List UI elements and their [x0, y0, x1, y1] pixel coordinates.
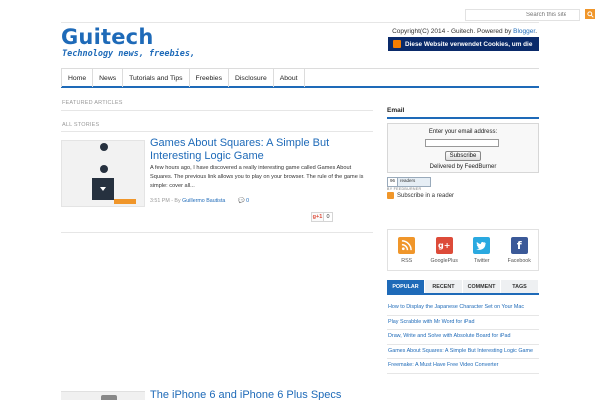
social-googleplus[interactable]: g+ GooglePlus: [427, 237, 461, 270]
social-label: GooglePlus: [430, 258, 458, 264]
all-stories-divider: [61, 131, 373, 132]
search-icon: [586, 10, 594, 18]
rss-icon: [387, 192, 394, 199]
feedburner-byline: BY FEEDBURNER: [387, 187, 422, 191]
list-item[interactable]: How to Display the Japanese Character Se…: [387, 301, 539, 316]
main-nav: Home News Tutorials and Tips Freebies Di…: [61, 68, 539, 88]
social-label: RSS: [401, 258, 413, 264]
list-item[interactable]: Play Scrabble with Mr Word for iPad: [387, 316, 539, 331]
list-item[interactable]: Draw, Write and Solve with Absolute Boar…: [387, 330, 539, 345]
email-label: Enter your email address:: [428, 129, 498, 135]
post-time: 3:51 PM - By: [150, 198, 183, 204]
popular-posts-list: How to Display the Japanese Character Se…: [387, 301, 539, 374]
header-divider: [61, 22, 539, 23]
reader-count: 96: [388, 178, 399, 186]
post-author-link[interactable]: Guillermo Bautista: [182, 198, 225, 204]
subscribe-reader-label: Subscribe in a reader: [397, 192, 455, 199]
featured-divider: [61, 110, 373, 111]
nav-item-freebies[interactable]: Freebies: [190, 69, 229, 87]
post-thumbnail[interactable]: [61, 140, 145, 207]
comment-count-link[interactable]: 💬 0: [238, 198, 249, 204]
social-facebook[interactable]: f Facebook: [502, 237, 536, 270]
social-links: RSS g+ GooglePlus Twitter f Facebook: [387, 229, 539, 271]
site-tagline: Technology news, freebies,: [62, 49, 196, 59]
social-twitter[interactable]: Twitter: [465, 237, 499, 270]
nav-item-tutorials[interactable]: Tutorials and Tips: [123, 69, 190, 87]
blogger-link[interactable]: Blogger: [513, 28, 535, 35]
cookie-notice-bar[interactable]: Diese Website verwendet Cookies, um die: [388, 37, 539, 51]
feedburner-counter[interactable]: 96 readers: [387, 177, 431, 187]
twitter-icon: [473, 237, 491, 254]
social-label: Twitter: [473, 258, 490, 264]
email-field[interactable]: [425, 139, 499, 147]
comment-count: 0: [246, 198, 250, 204]
post-excerpt: A few hours ago, I have discovered a rea…: [150, 165, 364, 189]
tab-popular[interactable]: POPULAR: [387, 280, 425, 293]
search-button[interactable]: [585, 9, 595, 19]
facebook-icon: f: [510, 237, 528, 254]
google-plus-icon: g+: [435, 237, 453, 254]
subscribe-button[interactable]: Subscribe: [445, 151, 481, 161]
email-subscribe-form: Enter your email address: Subscribe Deli…: [387, 123, 539, 173]
tab-tags[interactable]: TAGS: [501, 280, 539, 293]
email-widget-rule: [387, 117, 539, 119]
social-rss[interactable]: RSS: [390, 237, 424, 270]
post-title[interactable]: Games About Squares: A Simple But Intere…: [150, 137, 370, 162]
copyright-prefix: Copyright(C) 2014 - Guitech. Powered by: [392, 28, 514, 35]
post-thumbnail[interactable]: [61, 391, 145, 400]
tab-recent[interactable]: RECENT: [425, 280, 463, 293]
thumbnail-square: [92, 178, 114, 200]
post-title[interactable]: The iPhone 6 and iPhone 6 Plus Specs: [150, 389, 370, 400]
subscribe-reader-link[interactable]: Subscribe in a reader: [387, 192, 454, 199]
thumbnail-circle: [100, 143, 108, 151]
page: Guitech Technology news, freebies, Copyr…: [61, 0, 595, 400]
gplus-button[interactable]: g+1: [311, 212, 324, 222]
search-input[interactable]: [466, 10, 566, 20]
site-logo[interactable]: Guitech: [61, 25, 153, 49]
gplus-count: 0: [324, 212, 333, 222]
post-meta: 3:51 PM - By Guillermo Bautista 💬 0: [150, 198, 249, 204]
nav-item-news[interactable]: News: [93, 69, 124, 87]
email-widget-title: Email: [387, 107, 405, 114]
reader-word: readers: [400, 178, 416, 183]
copyright-suffix: .: [535, 28, 537, 35]
nav-item-about[interactable]: About: [274, 69, 305, 87]
feedburner-credit: Delivered by FeedBurner: [429, 164, 497, 170]
featured-articles-label: FEATURED ARTICLES: [62, 100, 123, 106]
nav-item-disclosure[interactable]: Disclosure: [229, 69, 274, 87]
search-field[interactable]: [465, 9, 580, 21]
sidebar-tabs: POPULAR RECENT COMMENT TAGS: [387, 280, 539, 295]
nav-item-home[interactable]: Home: [61, 69, 94, 87]
social-label: Facebook: [507, 258, 531, 264]
tab-comment[interactable]: COMMENT: [463, 280, 501, 293]
all-stories-label: ALL STORIES: [62, 122, 100, 128]
thumbnail-bar: [114, 199, 136, 204]
post-divider: [61, 232, 373, 233]
thumbnail-circle: [100, 165, 108, 173]
copyright-text: Copyright(C) 2014 - Guitech. Powered by …: [392, 28, 537, 35]
gplus-widget[interactable]: g+1 0: [311, 212, 333, 222]
blogger-icon: [393, 40, 401, 48]
list-item[interactable]: Games About Squares: A Simple But Intere…: [387, 345, 539, 360]
cookie-notice-text: Diese Website verwendet Cookies, um die: [405, 40, 533, 48]
phone-image: [101, 395, 117, 400]
arrow-down-icon: [100, 187, 106, 191]
rss-icon: [398, 237, 416, 254]
list-item[interactable]: Freemake: A Must Have Free Video Convert…: [387, 359, 539, 374]
